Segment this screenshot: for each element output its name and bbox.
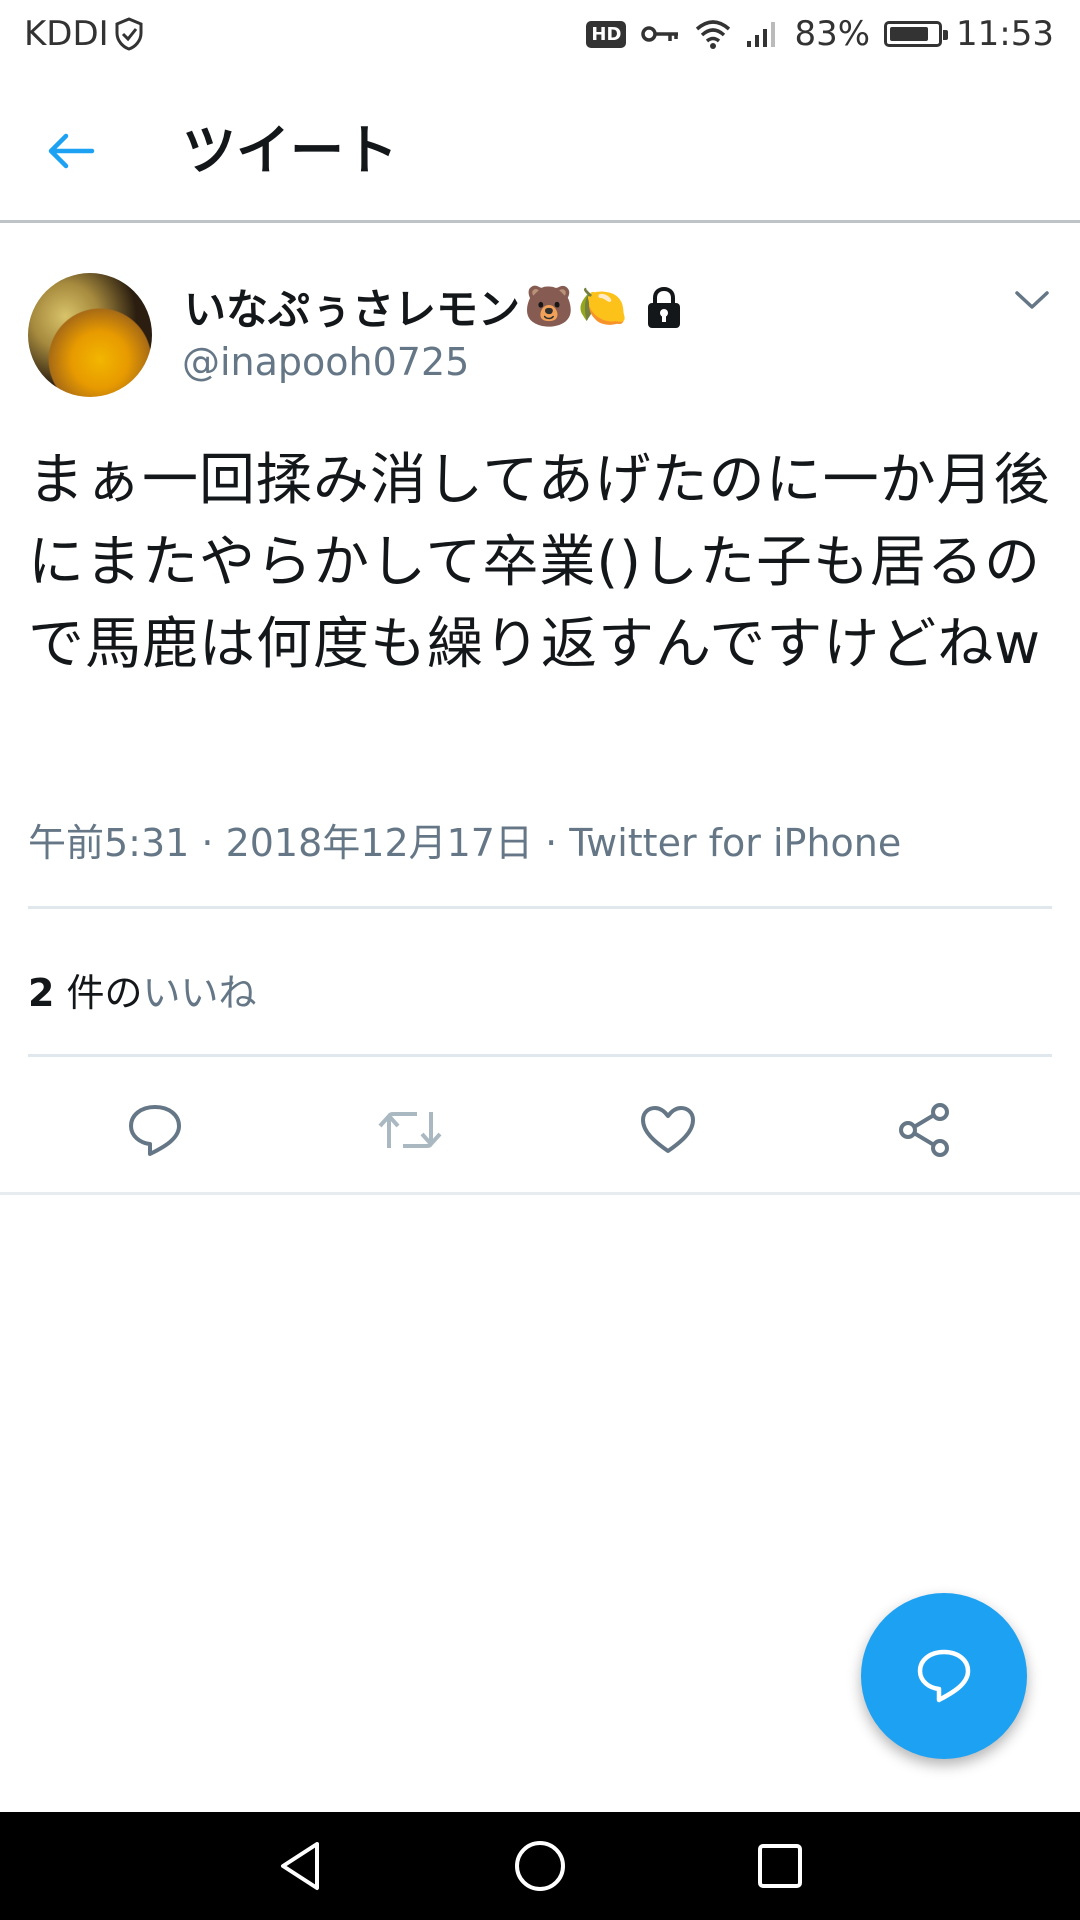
arrow-left-icon [48, 133, 95, 169]
wifi-icon [696, 20, 731, 49]
divider [28, 1054, 1052, 1057]
likes-count: 2 [28, 971, 55, 1015]
system-nav-bar [0, 1812, 1080, 1920]
author-handle[interactable]: @inapooh0725 [182, 340, 469, 384]
status-bar: KDDI HD 83% 11:53 [0, 0, 1080, 76]
likes-label: 件の [54, 971, 143, 1015]
author-name-text: いなぷぅさレモン [184, 285, 521, 334]
avatar[interactable] [28, 273, 152, 397]
heart-icon [641, 1106, 695, 1153]
share-button[interactable] [884, 1090, 964, 1170]
likes-link[interactable]: いいね [143, 971, 257, 1015]
compose-reply-icon [917, 1649, 971, 1703]
bear-emoji: 🐻 [524, 283, 574, 330]
reply-icon [129, 1105, 181, 1156]
shield-check-icon [115, 17, 143, 51]
likes-row[interactable]: 2 件のいいね [28, 962, 257, 1017]
carrier: KDDI [24, 14, 145, 54]
tweet-text: まぁ一回揉み消してあげたのに一か月後にまたやらかして卒業()した子も居るので馬鹿… [28, 448, 1051, 677]
top-app-bar: ツイート [0, 76, 1080, 223]
key-icon [641, 26, 679, 42]
circle-home-icon [515, 1841, 565, 1891]
nav-recents-button[interactable] [748, 1834, 812, 1898]
tweet-meta: 午前5:31 · 2018年12月17日 · Twitter for iPhon… [28, 821, 902, 865]
lemon-emoji: 🍋 [577, 283, 628, 330]
carrier-label: KDDI [24, 14, 109, 54]
more-options-button[interactable] [1012, 288, 1052, 316]
reply-fab[interactable] [861, 1593, 1027, 1759]
chevron-down-icon [1015, 291, 1049, 309]
page-title: ツイート [182, 119, 398, 182]
share-icon [899, 1103, 949, 1157]
battery-percent: 83% [794, 14, 871, 54]
back-button[interactable] [36, 116, 106, 186]
nav-back-button[interactable] [268, 1834, 332, 1898]
hd-badge: HD [586, 20, 627, 48]
divider [0, 1192, 1080, 1195]
tweet-actions [0, 1090, 1080, 1170]
clock: 11:53 [956, 14, 1054, 54]
author-name[interactable]: いなぷぅさレモン 🐻 🍋 [184, 276, 680, 337]
status-icons: HD 83% 11:53 [586, 14, 1054, 54]
like-button[interactable] [628, 1090, 708, 1170]
retweet-icon [378, 1112, 442, 1148]
triangle-back-icon [281, 1842, 319, 1890]
nav-home-button[interactable] [508, 1834, 572, 1898]
battery-icon [884, 21, 949, 47]
battery-fill [890, 27, 929, 41]
square-recents-icon [758, 1844, 802, 1888]
retweet-button[interactable] [370, 1090, 450, 1170]
signal-icon [747, 22, 776, 47]
lock-icon [644, 286, 680, 328]
reply-button[interactable] [115, 1090, 195, 1170]
divider [28, 906, 1052, 909]
